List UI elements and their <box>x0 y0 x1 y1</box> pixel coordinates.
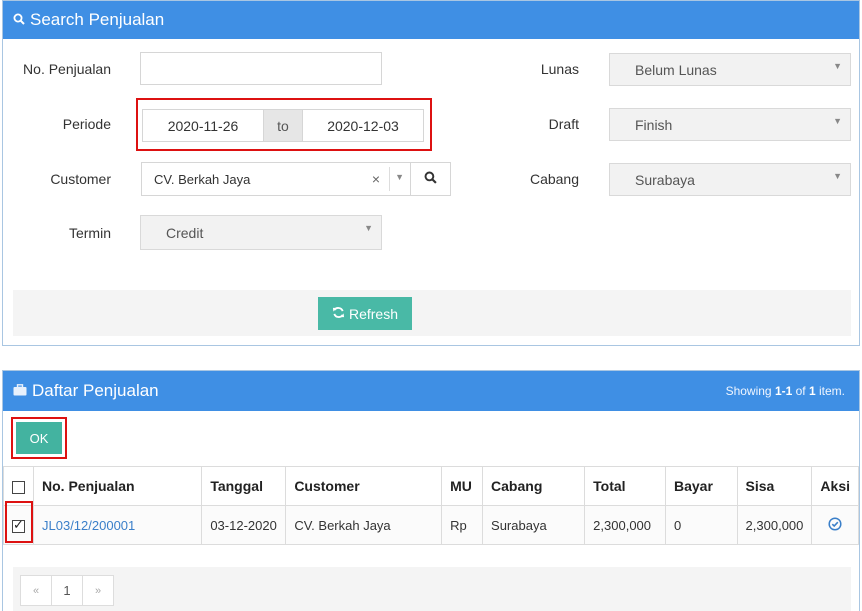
row-no-penjualan-link[interactable]: JL03/12/200001 <box>42 518 135 533</box>
draft-chevron-down-icon: ▼ <box>833 116 842 126</box>
check-circle-icon[interactable] <box>828 516 842 534</box>
list-panel: Daftar Penjualan Showing 1-1 of 1 item. … <box>2 370 860 611</box>
ok-button-highlight: OK <box>11 417 67 459</box>
cabang-chevron-down-icon: ▼ <box>833 171 842 181</box>
customer-search-button[interactable] <box>410 162 451 196</box>
refresh-button[interactable]: Refresh <box>318 297 412 330</box>
table-header-row: No. Penjualan Tanggal Customer MU Cabang… <box>3 466 859 506</box>
search-panel-header: Search Penjualan <box>3 1 859 39</box>
table-row: JL03/12/200001 03-12-2020 CV. Berkah Jay… <box>3 505 859 545</box>
cabang-label: Cabang <box>529 171 579 187</box>
customer-divider <box>389 167 390 191</box>
draft-label: Draft <box>548 116 579 132</box>
list-panel-header: Daftar Penjualan Showing 1-1 of 1 item. <box>3 371 859 411</box>
col-customer[interactable]: Customer <box>285 466 443 506</box>
no-penjualan-input[interactable] <box>140 52 382 85</box>
customer-clear-icon[interactable]: × <box>372 171 380 187</box>
cabang-select[interactable]: Surabaya ▼ <box>609 163 851 196</box>
pager-prev[interactable]: « <box>20 575 52 606</box>
col-sisa[interactable]: Sisa <box>736 466 813 506</box>
lunas-chevron-down-icon: ▼ <box>833 61 842 71</box>
row-checkbox-highlight <box>5 501 33 543</box>
col-no-penjualan[interactable]: No. Penjualan <box>32 466 203 506</box>
row-sisa: 2,300,000 <box>736 505 813 545</box>
search-panel: Search Penjualan No. Penjualan Periode 2… <box>2 0 860 346</box>
periode-range-highlight: 2020-11-26 to 2020-12-03 <box>136 98 432 151</box>
col-bayar[interactable]: Bayar <box>665 466 738 506</box>
customer-select[interactable]: CV. Berkah Jaya × ▼ <box>141 162 411 196</box>
termin-label: Termin <box>68 225 111 241</box>
penjualan-table: No. Penjualan Tanggal Customer MU Cabang… <box>3 466 859 545</box>
list-panel-title: Daftar Penjualan <box>32 381 159 400</box>
ok-button[interactable]: OK <box>16 422 62 454</box>
pagination: « 1 » <box>20 575 114 606</box>
customer-search-icon <box>424 171 437 187</box>
periode-label: Periode <box>62 116 111 132</box>
row-tanggal: 03-12-2020 <box>201 505 287 545</box>
pager-next[interactable]: » <box>82 575 114 606</box>
termin-chevron-down-icon: ▼ <box>364 223 373 233</box>
search-footer: Refresh <box>13 290 851 336</box>
col-mu[interactable]: MU <box>441 466 484 506</box>
row-aksi <box>811 505 859 545</box>
lunas-select[interactable]: Belum Lunas ▼ <box>609 53 851 86</box>
row-no-penjualan: JL03/12/200001 <box>32 505 203 545</box>
pagination-bar: « 1 » <box>13 567 851 611</box>
briefcase-icon <box>13 383 27 399</box>
search-icon <box>13 13 25 28</box>
col-tanggal[interactable]: Tanggal <box>201 466 287 506</box>
periode-to-input[interactable]: 2020-12-03 <box>302 109 424 142</box>
showing-summary: Showing 1-1 of 1 item. <box>725 384 845 398</box>
col-cabang[interactable]: Cabang <box>482 466 586 506</box>
periode-from-input[interactable]: 2020-11-26 <box>142 109 264 142</box>
row-total: 2,300,000 <box>584 505 666 545</box>
row-cabang: Surabaya <box>482 505 586 545</box>
refresh-icon <box>332 306 345 322</box>
row-mu: Rp <box>441 505 484 545</box>
col-aksi: Aksi <box>811 466 859 506</box>
col-total[interactable]: Total <box>584 466 666 506</box>
pager-page-1[interactable]: 1 <box>51 575 83 606</box>
select-all-header[interactable] <box>3 466 34 506</box>
customer-chevron-down-icon[interactable]: ▼ <box>395 172 404 182</box>
customer-label: Customer <box>50 171 111 187</box>
draft-select[interactable]: Finish ▼ <box>609 108 851 141</box>
lunas-label: Lunas <box>540 61 579 77</box>
termin-select[interactable]: Credit ▼ <box>140 215 382 250</box>
no-penjualan-label: No. Penjualan <box>23 61 111 77</box>
row-customer: CV. Berkah Jaya <box>285 505 443 545</box>
select-all-checkbox[interactable] <box>12 480 25 494</box>
row-bayar: 0 <box>665 505 738 545</box>
periode-to-separator: to <box>263 109 303 142</box>
search-panel-title: Search Penjualan <box>30 10 165 29</box>
